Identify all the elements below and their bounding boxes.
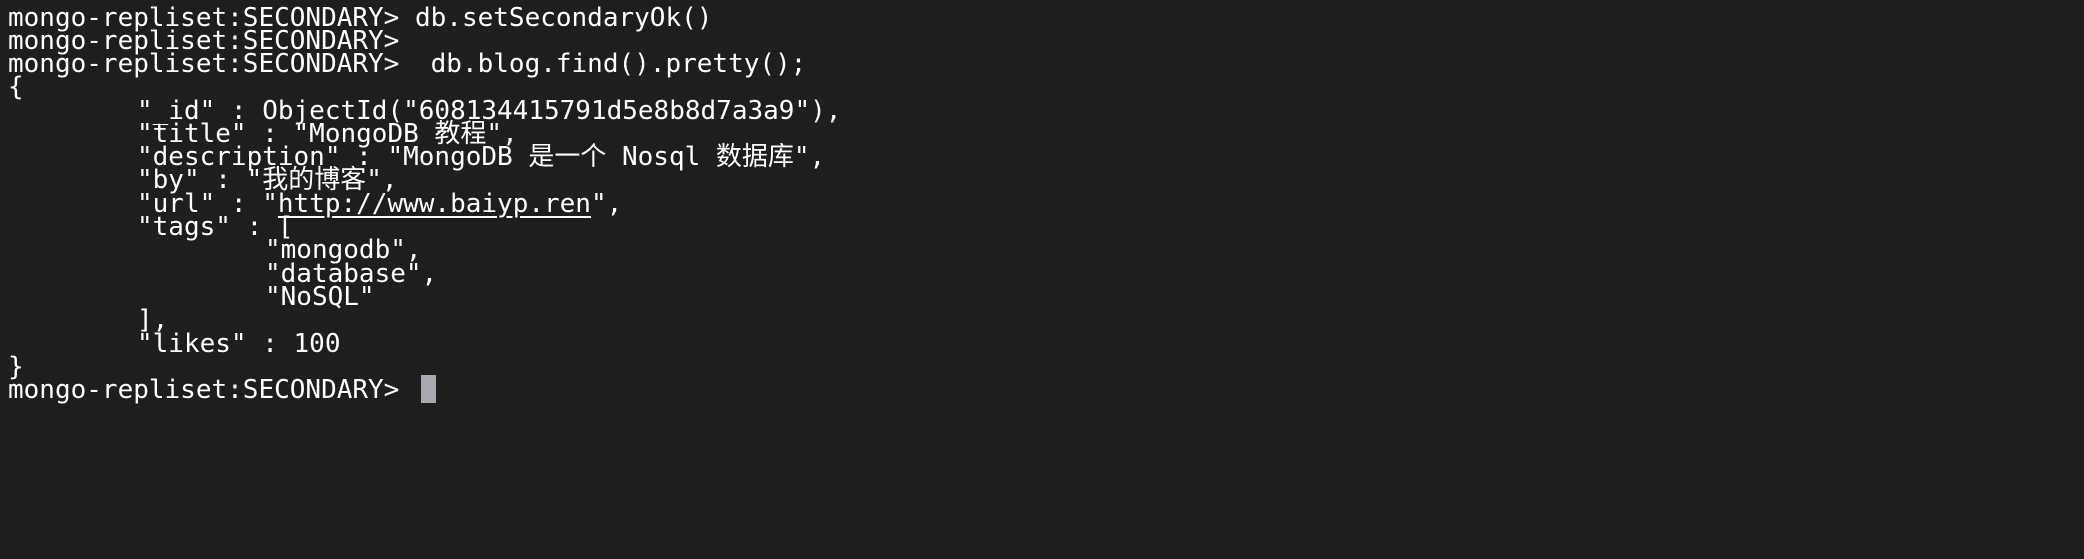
shell-prompt: mongo-repliset:SECONDARY> [8, 375, 415, 405]
url-link[interactable]: http://www.baiyp.ren [278, 189, 591, 219]
shell-prompt: mongo-repliset:SECONDARY> [8, 49, 415, 79]
terminal-input-line[interactable]: mongo-repliset:SECONDARY> [8, 374, 436, 406]
output-tag-item: "NoSQL" [265, 282, 375, 312]
text-cursor [421, 374, 436, 403]
command-text: db.setSecondaryOk() [415, 3, 713, 33]
output-open-brace: { [8, 72, 24, 102]
output-likes-line: "likes" : 100 [137, 329, 341, 359]
url-suffix: ", [590, 189, 623, 219]
terminal-line-3: mongo-repliset:SECONDARY> db.blog.find()… [8, 49, 806, 80]
command-text: db.blog.find().pretty(); [415, 49, 807, 79]
terminal-window[interactable]: mongo-repliset:SECONDARY> db.setSecondar… [0, 0, 2084, 559]
